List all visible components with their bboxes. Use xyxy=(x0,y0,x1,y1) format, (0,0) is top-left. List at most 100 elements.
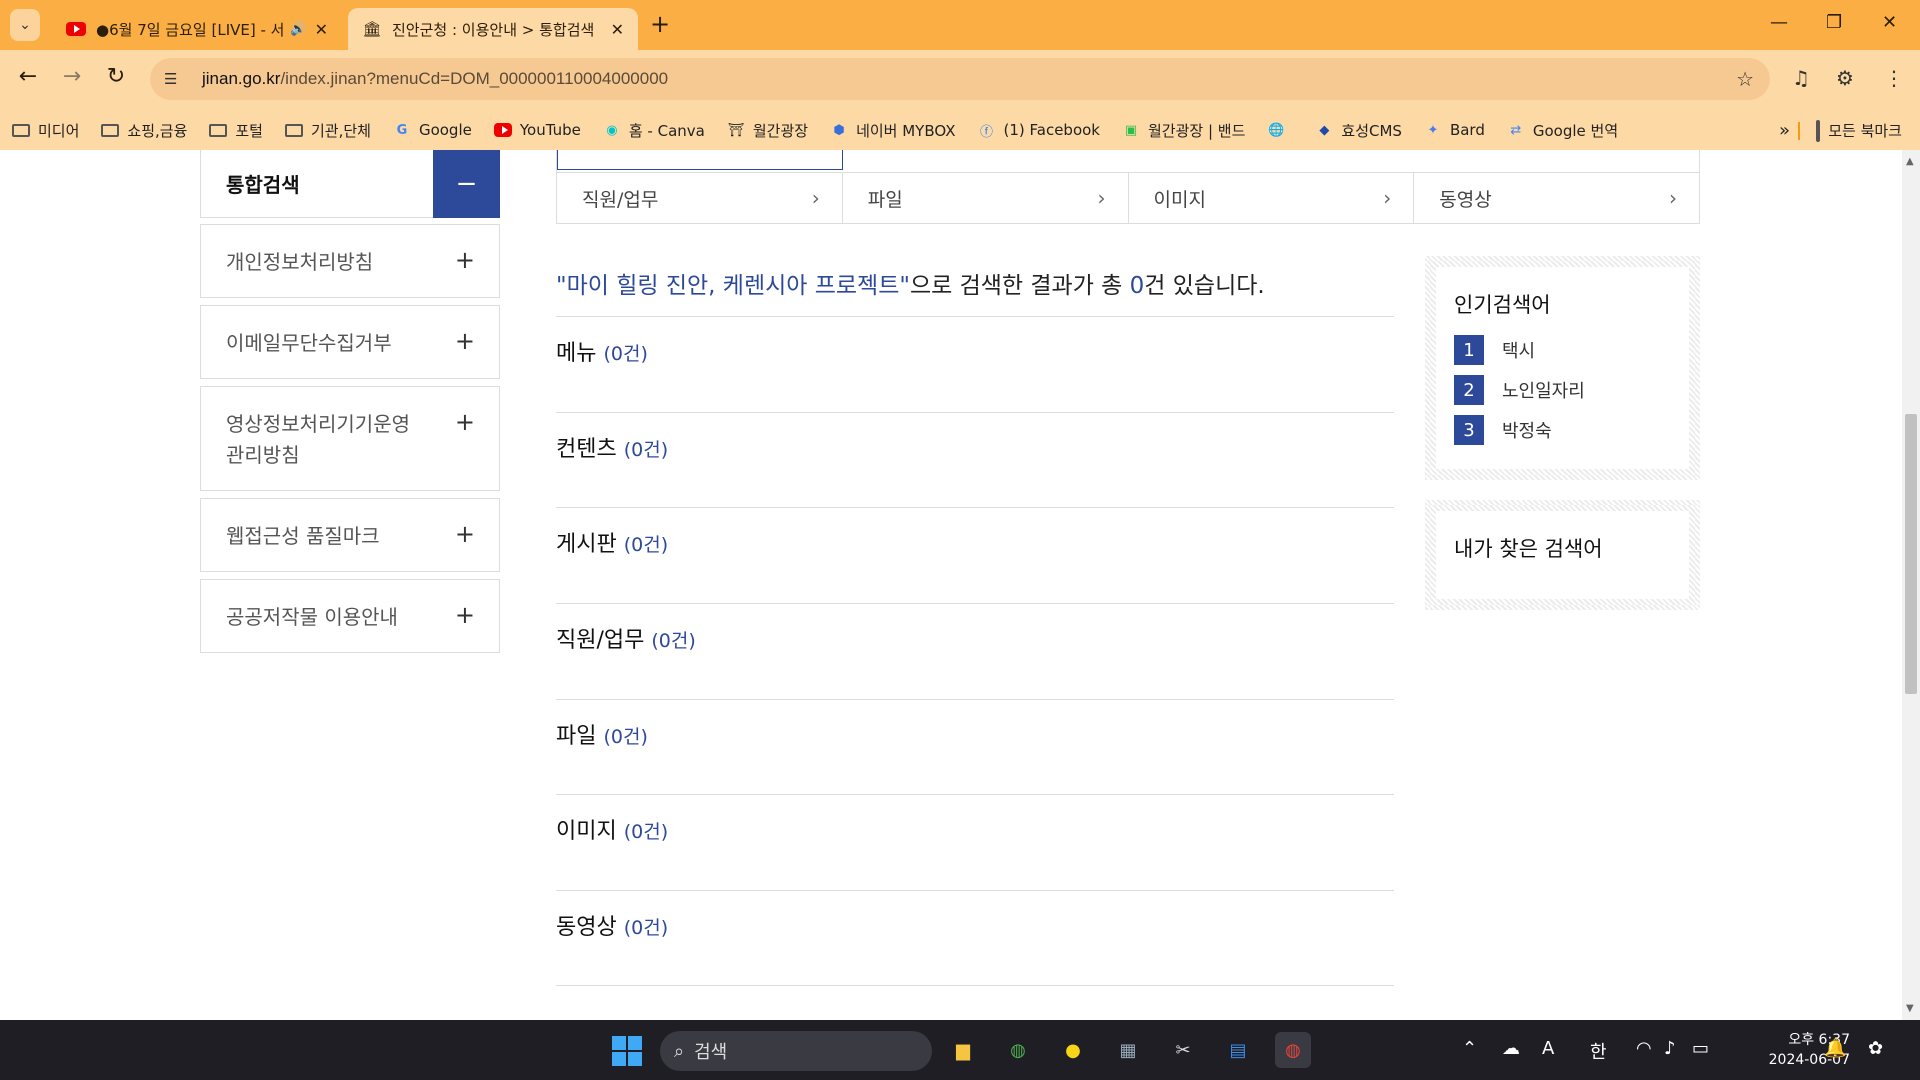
address-bar[interactable]: ☰ jinan.go.kr/index.jinan?menuCd=DOM_000… xyxy=(150,58,1770,100)
reload-button[interactable]: ↻ xyxy=(100,64,132,89)
sidebar-item-email-refusal[interactable]: 이메일무단수집거부 + xyxy=(200,305,500,379)
globe-icon: 🌐 xyxy=(1268,122,1285,138)
keyword-text: 노인일자리 xyxy=(1502,381,1585,402)
sidebar-item-privacy[interactable]: 개인정보처리방침 + xyxy=(200,224,500,298)
search-result-summary: "마이 힐링 진안, 케렌시아 프로젝트"으로 검색한 결과가 총 0건 있습니… xyxy=(556,273,1265,299)
section-count: (0건) xyxy=(623,534,669,556)
category-video[interactable]: 동영상 › xyxy=(1414,173,1699,223)
notification-bell-icon[interactable]: 🔔 xyxy=(1824,1038,1846,1059)
minimize-icon[interactable]: — xyxy=(1770,12,1788,33)
chevron-right-icon: › xyxy=(1669,186,1677,210)
tab-youtube-live[interactable]: ●6월 7일 금요일 [LIVE] - 서 🔊 ✕ xyxy=(52,8,342,50)
bookmark-hyosung[interactable]: ◆ 효성CMS xyxy=(1315,120,1402,141)
page-scrollbar[interactable]: ▲ ▼ xyxy=(1902,150,1920,1020)
category-file[interactable]: 파일 › xyxy=(843,173,1129,223)
tab-search-button[interactable]: ⌄ xyxy=(10,9,40,41)
menu-kebab-icon[interactable]: ⋮ xyxy=(1884,66,1904,90)
snipping-tool-icon[interactable]: ✂ xyxy=(1165,1032,1201,1068)
collapse-minus-icon[interactable]: − xyxy=(433,150,500,218)
scroll-thumb[interactable] xyxy=(1905,414,1917,694)
bookmark-star-icon[interactable]: ☆ xyxy=(1736,67,1754,91)
bookmark-facebook[interactable]: ⓕ (1) Facebook xyxy=(978,121,1100,140)
calculator-icon[interactable]: ▦ xyxy=(1110,1032,1146,1068)
file-explorer-icon[interactable]: ▆ xyxy=(945,1032,981,1068)
section-count: (0건) xyxy=(623,439,669,461)
scroll-up-icon[interactable]: ▲ xyxy=(1906,156,1914,167)
outlook-icon[interactable]: ▤ xyxy=(1220,1032,1256,1068)
expand-plus-icon[interactable]: + xyxy=(455,326,475,357)
ime-language-indicator[interactable]: A xyxy=(1542,1038,1554,1059)
tray-overflow-chevron-icon[interactable]: ⌃ xyxy=(1462,1038,1477,1059)
result-section-image: 이미지 (0건) xyxy=(556,794,1394,890)
battery-icon[interactable]: ▭ xyxy=(1692,1038,1709,1059)
all-bookmarks-button[interactable]: 모든 북마크 xyxy=(1816,119,1902,142)
bookmark-mybox[interactable]: ⬢ 네이버 MYBOX xyxy=(830,120,955,141)
forward-button[interactable]: → xyxy=(56,64,88,89)
expand-plus-icon[interactable]: + xyxy=(455,407,475,438)
bookmark-band[interactable]: ▣ 월간광장 | 밴드 xyxy=(1122,120,1246,141)
section-title: 이미지 xyxy=(556,819,617,844)
more-bookmarks-icon[interactable]: » xyxy=(1779,120,1790,141)
expand-plus-icon[interactable]: + xyxy=(455,519,475,550)
tab-jinan-search[interactable]: 🏛 진안군청 : 이용안내 > 통합검색 ✕ xyxy=(348,8,638,50)
bookmark-bard[interactable]: ✦ Bard xyxy=(1424,121,1484,139)
url-text[interactable]: jinan.go.kr/index.jinan?menuCd=DOM_00000… xyxy=(202,69,668,89)
onedrive-icon[interactable]: ☁ xyxy=(1502,1038,1520,1059)
sidebar-header-label: 통합검색 xyxy=(226,173,300,197)
expand-plus-icon[interactable]: + xyxy=(455,245,475,276)
chrome-icon[interactable]: ◍ xyxy=(1000,1032,1036,1068)
popular-keyword-item[interactable]: 3 박정숙 xyxy=(1454,415,1671,445)
close-tab-icon[interactable]: ✕ xyxy=(315,20,328,39)
windows-taskbar: ⌕ 검색 ▆ ◍ ● ▦ ✂ ▤ ◍ ⌃ ☁ A 한 ◠ ♪ ▭ 오후 6:37… xyxy=(0,1020,1920,1080)
bookmark-folder-media[interactable]: 미디어 xyxy=(12,120,79,141)
bookmark-folder-org[interactable]: 기관,단체 xyxy=(284,120,371,141)
restore-icon[interactable]: ❐ xyxy=(1826,12,1842,33)
bookmark-google[interactable]: G Google xyxy=(393,121,472,139)
google-icon: G xyxy=(396,122,408,138)
chrome-active-icon[interactable]: ◍ xyxy=(1275,1032,1311,1068)
taskbar-search-placeholder: 검색 xyxy=(694,1042,728,1063)
back-button[interactable]: ← xyxy=(12,64,44,89)
bookmark-youtube[interactable]: YouTube xyxy=(493,121,581,139)
new-tab-button[interactable]: + xyxy=(650,10,670,38)
bookmark-folder-shopping[interactable]: 쇼핑,금융 xyxy=(101,120,187,141)
section-count: (0건) xyxy=(623,821,669,843)
sidebar-item-label: 웹접근성 품질마크 xyxy=(226,524,380,548)
close-window-icon[interactable]: ✕ xyxy=(1882,12,1897,33)
sidebar-item-cctv-policy[interactable]: 영상정보처리기기운영관리방침 + xyxy=(200,386,500,491)
sidebar-item-label: 이메일무단수집거부 xyxy=(226,331,392,355)
bookmark-google-translate[interactable]: ⇄ Google 번역 xyxy=(1507,120,1618,141)
wifi-icon[interactable]: ◠ xyxy=(1636,1038,1652,1059)
section-title: 메뉴 xyxy=(556,341,597,366)
bookmark-canva[interactable]: ◉ 홈 - Canva xyxy=(603,120,705,141)
bookmarks-bar: 미디어 쇼핑,금융 포털 기관,단체 G Google YouTube ◉ 홈 - … xyxy=(0,110,1920,150)
expand-plus-icon[interactable]: + xyxy=(455,600,475,631)
close-tab-icon[interactable]: ✕ xyxy=(611,20,624,39)
taskbar-search[interactable]: ⌕ 검색 xyxy=(660,1031,932,1071)
bookmark-folder-portal[interactable]: 포털 xyxy=(209,120,263,141)
category-image[interactable]: 이미지 › xyxy=(1129,173,1415,223)
volume-icon[interactable]: ♪ xyxy=(1664,1038,1676,1059)
extension-icon[interactable]: ⚙ xyxy=(1836,66,1854,90)
media-control-icon[interactable]: ♫ xyxy=(1792,66,1810,90)
folder-icon xyxy=(209,122,228,138)
ime-korean-indicator[interactable]: 한 xyxy=(1590,1038,1607,1064)
popular-keyword-item[interactable]: 2 노인일자리 xyxy=(1454,375,1671,405)
sidebar-item-label: 영상정보처리기기운영관리방침 xyxy=(226,412,410,467)
sidebar-item-label: 개인정보처리방침 xyxy=(226,250,374,274)
sidebar-header[interactable]: 통합검색 − xyxy=(200,150,500,218)
chevron-right-icon: › xyxy=(1097,186,1106,210)
sidebar-item-accessibility-mark[interactable]: 웹접근성 품질마크 + xyxy=(200,498,500,572)
speaker-icon[interactable]: 🔊 xyxy=(290,22,306,37)
category-staff-work[interactable]: 직원/업무 › xyxy=(557,173,843,223)
bookmark-wolgan[interactable]: ⛩ 월간광장 xyxy=(727,120,808,141)
popular-keyword-item[interactable]: 1 택시 xyxy=(1454,335,1671,365)
folder-icon xyxy=(284,122,303,138)
sidebar-item-public-works[interactable]: 공공저작물 이용안내 + xyxy=(200,579,500,653)
scroll-down-icon[interactable]: ▼ xyxy=(1906,1003,1914,1014)
bookmark-globe[interactable]: 🌐 xyxy=(1267,122,1293,138)
site-settings-icon[interactable]: ☰ xyxy=(164,70,192,88)
copilot-icon[interactable]: ✿ xyxy=(1868,1038,1883,1059)
kakaotalk-icon[interactable]: ● xyxy=(1055,1032,1091,1068)
windows-start-icon[interactable] xyxy=(612,1036,642,1066)
